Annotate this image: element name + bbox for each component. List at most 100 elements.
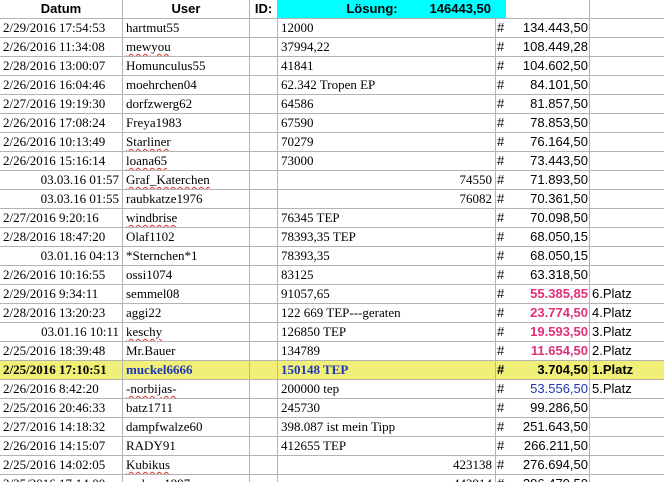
difference-cell[interactable]: 71.893,50 — [506, 171, 590, 190]
tip-cell[interactable]: 70279 — [278, 133, 496, 152]
place-cell[interactable] — [590, 209, 664, 228]
difference-cell[interactable]: 55.385,85 — [506, 285, 590, 304]
user-cell[interactable]: aggi22 — [123, 304, 250, 323]
difference-cell[interactable]: 70.361,50 — [506, 190, 590, 209]
place-cell[interactable] — [590, 133, 664, 152]
id-cell[interactable] — [250, 475, 278, 482]
tip-cell[interactable]: 442914 — [278, 475, 496, 482]
header-place[interactable] — [590, 0, 664, 19]
user-cell[interactable]: hartmut55 — [123, 19, 250, 38]
user-cell[interactable]: -norbijas- — [123, 380, 250, 399]
place-cell[interactable]: 2.Platz — [590, 342, 664, 361]
tip-cell[interactable]: 76345 TEP — [278, 209, 496, 228]
user-cell[interactable]: andrew1997 — [123, 475, 250, 482]
tip-cell[interactable]: 423138 — [278, 456, 496, 475]
place-cell[interactable] — [590, 228, 664, 247]
hash-cell[interactable]: # — [496, 171, 506, 190]
difference-cell[interactable]: 63.318,50 — [506, 266, 590, 285]
user-cell[interactable]: Freya1983 — [123, 114, 250, 133]
place-cell[interactable] — [590, 76, 664, 95]
user-cell[interactable]: mewyou — [123, 38, 250, 57]
tip-cell[interactable]: 64586 — [278, 95, 496, 114]
hash-cell[interactable]: # — [496, 114, 506, 133]
tip-cell[interactable]: 73000 — [278, 152, 496, 171]
date-cell[interactable]: 2/29/2016 17:54:53 — [0, 19, 123, 38]
id-cell[interactable] — [250, 95, 278, 114]
user-cell[interactable]: loana65 — [123, 152, 250, 171]
user-cell[interactable]: *Sternchen*1 — [123, 247, 250, 266]
hash-cell[interactable]: # — [496, 475, 506, 482]
id-cell[interactable] — [250, 38, 278, 57]
id-cell[interactable] — [250, 456, 278, 475]
date-cell[interactable]: 2/25/2016 17:14:00 — [0, 475, 123, 482]
hash-cell[interactable]: # — [496, 456, 506, 475]
difference-cell[interactable]: 81.857,50 — [506, 95, 590, 114]
header-user[interactable]: User — [123, 0, 250, 19]
tip-cell[interactable]: 41841 — [278, 57, 496, 76]
user-cell[interactable]: moehrchen04 — [123, 76, 250, 95]
tip-cell[interactable]: 245730 — [278, 399, 496, 418]
user-cell[interactable]: dampfwalze60 — [123, 418, 250, 437]
id-cell[interactable] — [250, 266, 278, 285]
place-cell[interactable] — [590, 171, 664, 190]
date-cell[interactable]: 2/26/2016 10:16:55 — [0, 266, 123, 285]
date-cell[interactable]: 2/25/2016 18:39:48 — [0, 342, 123, 361]
date-cell[interactable]: 2/26/2016 14:15:07 — [0, 437, 123, 456]
difference-cell[interactable]: 76.164,50 — [506, 133, 590, 152]
hash-cell[interactable]: # — [496, 380, 506, 399]
place-cell[interactable] — [590, 19, 664, 38]
header-solution[interactable]: Lösung: 146443,50 — [278, 0, 506, 19]
tip-cell[interactable]: 134789 — [278, 342, 496, 361]
user-cell[interactable]: RADY91 — [123, 437, 250, 456]
tip-cell[interactable]: 150148 TEP — [278, 361, 496, 380]
date-cell[interactable]: 03.03.16 01:57 — [0, 171, 123, 190]
id-cell[interactable] — [250, 190, 278, 209]
date-cell[interactable]: 2/27/2016 14:18:32 — [0, 418, 123, 437]
date-cell[interactable]: 03.03.16 01:55 — [0, 190, 123, 209]
difference-cell[interactable]: 68.050,15 — [506, 228, 590, 247]
date-cell[interactable]: 2/26/2016 17:08:24 — [0, 114, 123, 133]
id-cell[interactable] — [250, 228, 278, 247]
hash-cell[interactable]: # — [496, 19, 506, 38]
user-cell[interactable]: raubkatze1976 — [123, 190, 250, 209]
hash-cell[interactable]: # — [496, 399, 506, 418]
hash-cell[interactable]: # — [496, 228, 506, 247]
tip-cell[interactable]: 76082 — [278, 190, 496, 209]
header-date[interactable]: Datum — [0, 0, 123, 19]
hash-cell[interactable]: # — [496, 247, 506, 266]
id-cell[interactable] — [250, 247, 278, 266]
difference-cell[interactable]: 68.050,15 — [506, 247, 590, 266]
tip-cell[interactable]: 126850 TEP — [278, 323, 496, 342]
user-cell[interactable]: semmel08 — [123, 285, 250, 304]
id-cell[interactable] — [250, 19, 278, 38]
id-cell[interactable] — [250, 57, 278, 76]
difference-cell[interactable]: 11.654,50 — [506, 342, 590, 361]
user-cell[interactable]: muckel6666 — [123, 361, 250, 380]
hash-cell[interactable]: # — [496, 76, 506, 95]
header-id[interactable]: ID: — [250, 0, 278, 19]
id-cell[interactable] — [250, 323, 278, 342]
difference-cell[interactable]: 104.602,50 — [506, 57, 590, 76]
place-cell[interactable]: 4.Platz — [590, 304, 664, 323]
id-cell[interactable] — [250, 114, 278, 133]
place-cell[interactable] — [590, 152, 664, 171]
hash-cell[interactable]: # — [496, 95, 506, 114]
hash-cell[interactable]: # — [496, 57, 506, 76]
place-cell[interactable]: 1.Platz — [590, 361, 664, 380]
hash-cell[interactable]: # — [496, 437, 506, 456]
hash-cell[interactable]: # — [496, 38, 506, 57]
place-cell[interactable] — [590, 95, 664, 114]
place-cell[interactable] — [590, 247, 664, 266]
tip-cell[interactable]: 37994,22 — [278, 38, 496, 57]
tip-cell[interactable]: 200000 tep — [278, 380, 496, 399]
date-cell[interactable]: 2/26/2016 11:34:08 — [0, 38, 123, 57]
date-cell[interactable]: 2/27/2016 19:19:30 — [0, 95, 123, 114]
hash-cell[interactable]: # — [496, 209, 506, 228]
place-cell[interactable] — [590, 399, 664, 418]
difference-cell[interactable]: 78.853,50 — [506, 114, 590, 133]
tip-cell[interactable]: 67590 — [278, 114, 496, 133]
difference-cell[interactable]: 99.286,50 — [506, 399, 590, 418]
id-cell[interactable] — [250, 342, 278, 361]
user-cell[interactable]: ossi1074 — [123, 266, 250, 285]
date-cell[interactable]: 2/28/2016 18:47:20 — [0, 228, 123, 247]
